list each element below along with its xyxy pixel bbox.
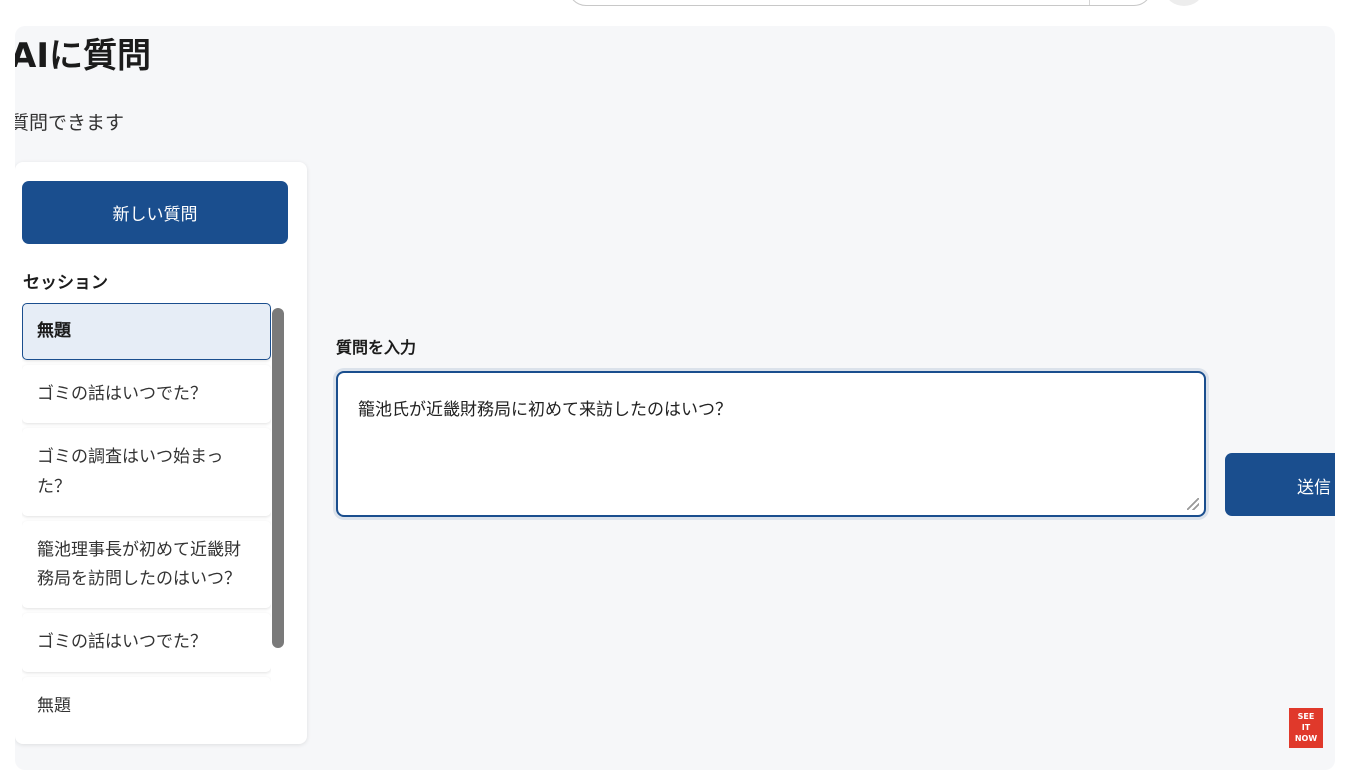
session-list: 無題 ゴミの話はいつでた？ ゴミの調査はいつ始まった？ 籠池理事長が初めて近畿財… [22, 303, 271, 723]
session-item[interactable]: 無題 [22, 676, 271, 723]
search-bar-divider [1089, 0, 1090, 5]
page-subtitle: 質問できます [15, 112, 125, 134]
see-it-now-badge: SEE IT NOW [1289, 708, 1323, 748]
session-heading: セッション [23, 273, 108, 293]
question-input[interactable]: 籠池氏が近畿財務局に初めて来訪したのはいつ？ [336, 371, 1206, 517]
badge-line-3: NOW [1294, 734, 1318, 743]
session-item[interactable]: 籠池理事長が初めて近畿財務局を訪問したのはいつ？ [22, 520, 271, 609]
session-item[interactable]: ゴミの話はいつでた？ [22, 613, 271, 672]
send-button-label: 送信 [1297, 478, 1331, 498]
session-item[interactable]: ゴミの話はいつでた？ [22, 365, 271, 424]
send-button[interactable]: 送信 [1225, 453, 1335, 516]
browser-round-button[interactable] [1166, 0, 1202, 6]
session-sidebar: 新しい質問 セッション 無題 ゴミの話はいつでた？ ゴミの調査はいつ始まった？ … [15, 162, 307, 744]
textarea-resize-handle[interactable] [1187, 498, 1199, 510]
session-item[interactable]: 無題 [22, 303, 271, 361]
badge-line-2: IT [1301, 723, 1311, 732]
question-input-label: 質問を入力 [336, 338, 417, 357]
session-item[interactable]: ゴミの調査はいつ始まった？ [22, 428, 271, 516]
new-question-button[interactable]: 新しい質問 [22, 181, 288, 244]
session-list-scrollbar[interactable] [272, 308, 284, 648]
main-panel: AIに質問 質問できます 新しい質問 セッション 無題 ゴミの話はいつでた？ ゴ… [15, 26, 1335, 770]
browser-search-bar[interactable] [568, 0, 1152, 6]
badge-line-1: SEE [1297, 712, 1315, 721]
page-title: AIに質問 [15, 36, 151, 76]
